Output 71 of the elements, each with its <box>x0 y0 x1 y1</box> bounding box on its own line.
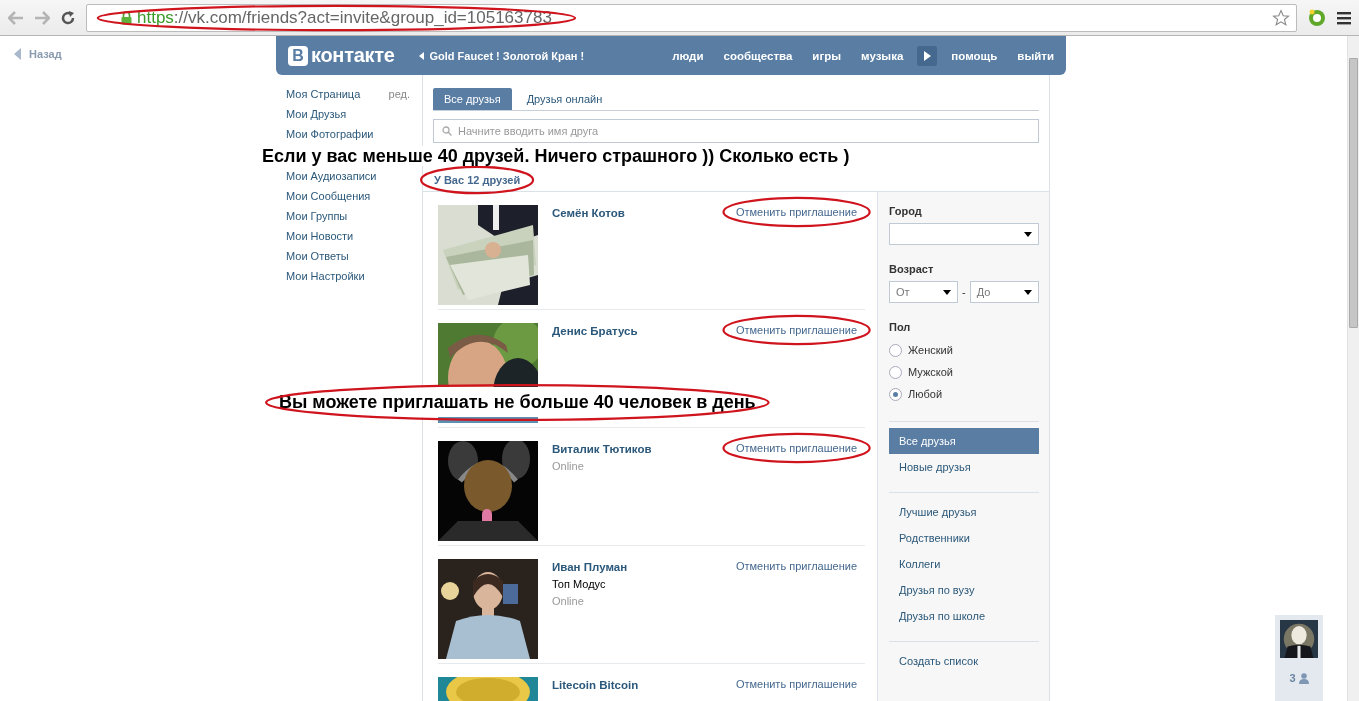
scrollbar[interactable] <box>1347 36 1359 701</box>
filter-label: Возраст <box>889 263 935 275</box>
friend-subtitle: Топ Модус <box>552 578 607 590</box>
friend-list-item[interactable]: Друзья по вузу <box>889 577 1039 603</box>
nav-link[interactable]: выйти <box>1017 49 1054 62</box>
menu-link[interactable]: Мои Ответы <box>286 250 349 262</box>
lock-icon <box>121 10 132 25</box>
gender-radio[interactable]: Любой <box>889 383 1039 405</box>
online-status: Online <box>552 460 585 472</box>
friend-list-item[interactable]: Новые друзья <box>889 454 1039 480</box>
caret-icon <box>418 51 424 60</box>
url-text: https://vk.com/friends?act=invite&group_id=105163783 <box>137 7 552 28</box>
menu-link[interactable]: Мои Новости <box>286 230 354 242</box>
menu-link[interactable]: Мои Сообщения <box>286 190 371 202</box>
chat-count: 3 <box>1289 672 1309 684</box>
friend-count: У Вас 12 друзей <box>434 174 521 186</box>
reload-icon[interactable] <box>60 9 76 26</box>
dropdown-icon <box>1024 231 1032 237</box>
search-icon <box>442 126 452 136</box>
extension-icon[interactable] <box>1307 7 1327 28</box>
menu-icon[interactable] <box>1337 10 1351 25</box>
friend-name[interactable]: Litecoin Bitcoin <box>552 679 736 691</box>
menu-link[interactable]: Мои Настройки <box>286 270 365 282</box>
edit-link[interactable]: ред. <box>388 88 410 100</box>
friend-name[interactable]: Иван Плуман <box>552 561 736 573</box>
cancel-invite-link[interactable]: Отменить приглашение <box>735 560 857 572</box>
nav-link[interactable]: помощь <box>951 49 998 62</box>
city-select[interactable] <box>889 223 1039 245</box>
more-button[interactable] <box>917 45 938 66</box>
nav-link[interactable]: люди <box>672 49 704 62</box>
nav-link[interactable]: игры <box>812 49 842 62</box>
menu-link[interactable]: Мои Фотографии <box>286 128 374 140</box>
nav-link[interactable]: сообщества <box>723 49 793 62</box>
friend-list-item[interactable]: Родственники <box>889 525 1039 551</box>
friend-list-item[interactable]: Лучшие друзья <box>889 499 1039 525</box>
dropdown-icon <box>1023 289 1032 295</box>
tab[interactable]: Друзья онлайн <box>515 88 614 110</box>
friend-list-item[interactable]: Друзья по школе <box>889 603 1039 629</box>
back-arrow-icon <box>14 48 21 60</box>
friend-list-item[interactable]: Создать список <box>889 648 1039 674</box>
menu-link[interactable]: Моя Страница <box>286 88 361 100</box>
person-icon <box>1298 672 1309 684</box>
menu-link[interactable]: Мои Аудиозаписи <box>286 170 377 182</box>
friend-name[interactable]: Виталик Тютиков <box>552 443 736 455</box>
friend-list-item[interactable]: Коллеги <box>889 551 1039 577</box>
tab[interactable]: Все друзья <box>433 88 512 110</box>
group-link[interactable]: Gold Faucet ! Золотой Кран ! <box>418 49 585 62</box>
range-dash: - <box>962 286 966 298</box>
friend-name[interactable]: Семён Котов <box>552 207 736 219</box>
menu-link[interactable]: Мои Группы <box>286 210 348 222</box>
menu-link[interactable]: Мои Друзья <box>286 108 347 120</box>
cancel-invite-link[interactable]: Отменить приглашение <box>735 678 857 690</box>
age-from-select[interactable]: От <box>889 281 958 303</box>
filter-label: Город <box>889 205 923 217</box>
annotation-text: Если у вас меньше 40 друзей. Ничего страшного )) Сколько есть ) <box>262 145 850 167</box>
site-logo[interactable]: В контакте <box>288 44 395 67</box>
address-bar[interactable]: https://vk.com/friends?act=invite&group_id=105163783 <box>86 3 1297 32</box>
gender-radio[interactable]: Мужской <box>889 361 1039 383</box>
gender-radio[interactable]: Женский <box>889 339 1039 361</box>
back-icon[interactable] <box>8 10 24 25</box>
nav-link[interactable]: музыка <box>861 49 904 62</box>
friend-name[interactable]: Денис Братусь <box>552 325 736 337</box>
play-icon <box>923 50 931 61</box>
search-field[interactable]: Начните вводить имя друга <box>433 119 1039 143</box>
age-to-select[interactable]: До <box>969 281 1039 303</box>
online-status: Online <box>552 595 585 607</box>
filter-label: Пол <box>889 321 912 333</box>
dropdown-icon <box>943 289 951 295</box>
star-icon[interactable] <box>1272 8 1290 27</box>
forward-icon[interactable] <box>34 10 50 25</box>
friend-list-item[interactable]: Все друзья <box>889 428 1039 454</box>
